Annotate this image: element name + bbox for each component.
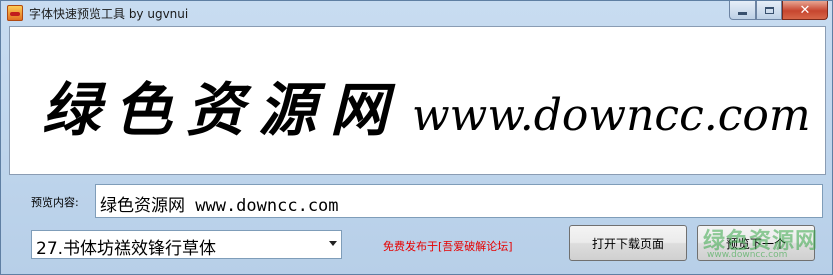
preview-next-button[interactable]: 预览下一个 <box>697 225 815 261</box>
maximize-button[interactable] <box>756 1 782 20</box>
font-preview-panel: 绿色资源网 www.downcc.com <box>9 26 826 175</box>
preview-content-input[interactable]: 绿色资源网 www.downcc.com <box>95 184 823 218</box>
minimize-icon <box>738 11 747 15</box>
open-download-page-button[interactable]: 打开下载页面 <box>569 225 687 261</box>
close-button[interactable]: ✕ <box>782 1 828 20</box>
app-window: 字体快速预览工具 by ugvnui ✕ 绿色资源网 www.downcc.co… <box>0 0 833 275</box>
font-select-value: 27.书体坊禚效锋行草体 <box>36 239 217 259</box>
preview-chinese-text: 绿色资源网 <box>42 76 403 144</box>
title-bar[interactable]: 字体快速预览工具 by ugvnui ✕ <box>1 1 832 25</box>
window-title: 字体快速预览工具 by ugvnui <box>29 7 189 21</box>
preview-url-text: www.downcc.com <box>412 90 811 141</box>
release-info-text: 免费发布于[吾爱破解论坛] <box>383 240 513 253</box>
font-select-dropdown[interactable]: 27.书体坊禚效锋行草体 <box>31 230 342 259</box>
preview-rendering: 绿色资源网 www.downcc.com <box>42 63 811 147</box>
minimize-button[interactable] <box>729 1 756 20</box>
close-icon: ✕ <box>799 2 811 18</box>
preview-content-label: 预览内容: <box>31 196 79 209</box>
maximize-icon <box>764 6 774 14</box>
chevron-down-icon[interactable] <box>329 241 337 246</box>
app-icon <box>7 5 23 21</box>
